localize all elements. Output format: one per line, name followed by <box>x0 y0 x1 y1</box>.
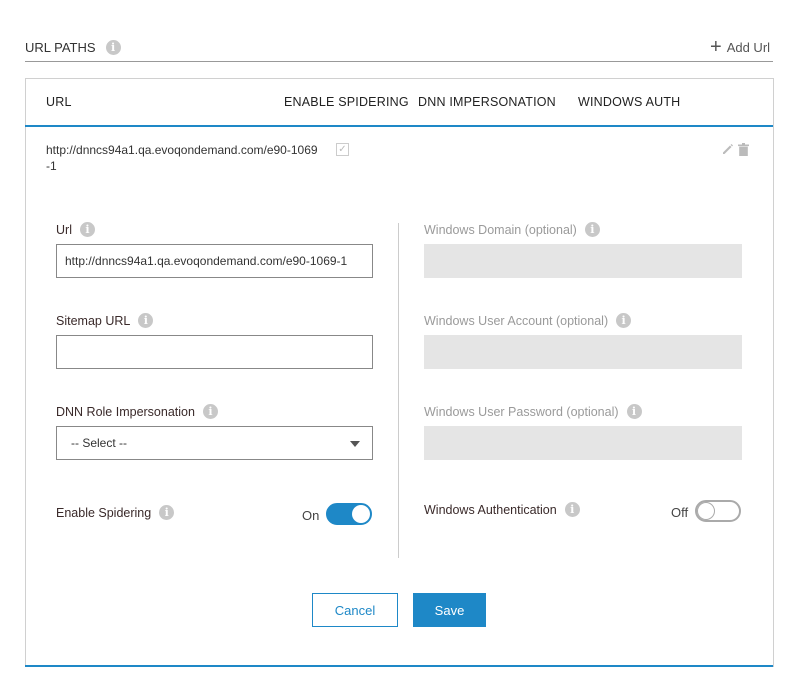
enable-spidering-toggle[interactable] <box>326 503 372 525</box>
info-icon[interactable]: i <box>584 222 600 237</box>
windows-authentication-label-text: Windows Authentication <box>424 502 557 517</box>
spidering-state-label: On <box>302 508 320 523</box>
column-header-dnn-impersonation: DNN IMPERSONATION <box>418 95 556 109</box>
info-icon[interactable]: i <box>564 502 580 517</box>
toggle-knob <box>352 505 370 523</box>
info-icon[interactable]: i <box>105 40 121 55</box>
dnn-role-impersonation-label: DNN Role Impersonation i <box>56 404 218 419</box>
windows-user-password-label-text: Windows User Password (optional) <box>424 404 619 419</box>
info-icon[interactable]: i <box>626 404 642 419</box>
role-select[interactable]: -- Select -- <box>56 426 373 460</box>
url-label: Url i <box>56 222 95 237</box>
enable-spidering-label: Enable Spidering i <box>56 505 175 520</box>
sitemap-url-input[interactable] <box>56 335 373 369</box>
enable-spidering-label-text: Enable Spidering <box>56 505 152 520</box>
plus-icon: + <box>710 36 722 58</box>
form-column-divider <box>398 223 399 558</box>
column-header-enable-spidering: ENABLE SPIDERING <box>284 95 409 109</box>
add-url-label: Add Url <box>726 39 771 55</box>
toggle-knob <box>697 502 715 520</box>
windows-user-account-label: Windows User Account (optional) i <box>424 313 632 328</box>
info-icon[interactable]: i <box>79 222 95 237</box>
windows-user-account-label-text: Windows User Account (optional) <box>424 313 609 328</box>
role-select-value: -- Select -- <box>71 436 128 450</box>
windows-authentication-label: Windows Authentication i <box>424 502 580 517</box>
row-url-text: http://dnncs94a1.qa.evoqondemand.com/e90… <box>46 143 318 173</box>
info-icon[interactable]: i <box>616 313 632 328</box>
spidering-checkbox: ✓ <box>336 143 349 156</box>
windows-domain-label: Windows Domain (optional) i <box>424 222 600 237</box>
cancel-button[interactable]: Cancel <box>312 593 398 627</box>
add-url-button[interactable]: + Add Url <box>710 36 771 58</box>
windows-auth-state-label: Off <box>671 505 689 520</box>
windows-authentication-toggle[interactable] <box>695 500 741 522</box>
windows-user-password-input <box>424 426 742 460</box>
windows-domain-input <box>424 244 742 278</box>
trash-icon[interactable] <box>738 143 749 156</box>
info-icon[interactable]: i <box>138 313 154 328</box>
sitemap-url-label: Sitemap URL i <box>56 313 154 328</box>
pencil-icon[interactable] <box>722 143 734 155</box>
column-header-url: URL <box>46 95 72 109</box>
url-label-text: Url <box>56 222 72 237</box>
section-title-text: URL PATHS <box>25 40 96 55</box>
section-title: URL PATHS i <box>25 40 121 55</box>
info-icon[interactable]: i <box>159 505 175 520</box>
panel-bottom-border <box>25 665 773 667</box>
windows-domain-label-text: Windows Domain (optional) <box>424 222 577 237</box>
dnn-role-impersonation-label-text: DNN Role Impersonation <box>56 404 195 419</box>
header-divider <box>25 61 773 62</box>
windows-user-password-label: Windows User Password (optional) i <box>424 404 642 419</box>
windows-user-account-input <box>424 335 742 369</box>
chevron-down-icon <box>350 441 360 447</box>
table-header-divider <box>25 125 773 127</box>
info-icon[interactable]: i <box>202 404 218 419</box>
sitemap-url-label-text: Sitemap URL <box>56 313 131 328</box>
url-input[interactable] <box>56 244 373 278</box>
save-button[interactable]: Save <box>413 593 486 627</box>
column-header-windows-auth: WINDOWS AUTH <box>578 95 681 109</box>
